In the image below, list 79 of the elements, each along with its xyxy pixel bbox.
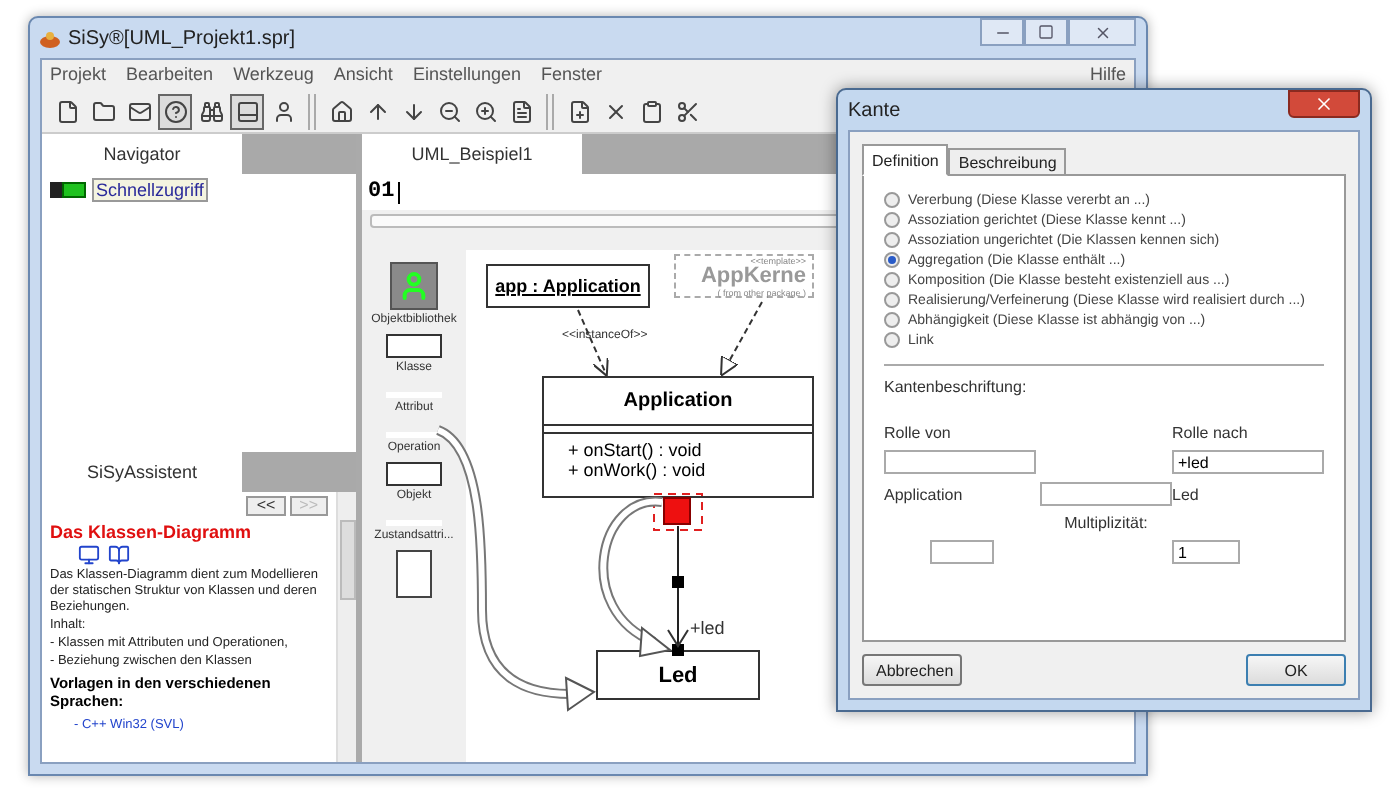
computer-icon[interactable] xyxy=(78,544,100,566)
menu-item[interactable]: Fenster xyxy=(540,64,602,86)
assistant-tab[interactable]: SiSyAssistent xyxy=(42,452,242,492)
radio-button[interactable] xyxy=(884,232,900,248)
book-icon[interactable] xyxy=(108,544,130,566)
app-icon xyxy=(40,29,60,47)
input-field[interactable] xyxy=(884,450,1036,474)
house-icon xyxy=(329,99,353,123)
scissors-icon xyxy=(675,99,699,123)
tree-item[interactable]: Schnellzugriff xyxy=(92,178,208,202)
menu-item[interactable]: Ansicht xyxy=(333,64,393,86)
close-icon xyxy=(1093,23,1111,41)
runner-icon[interactable] xyxy=(389,262,438,310)
ok-button[interactable]: OK xyxy=(1246,654,1346,686)
toolbar-button[interactable] xyxy=(230,93,264,129)
help-icon xyxy=(163,99,187,123)
radio-button[interactable] xyxy=(884,192,900,208)
scrollbar[interactable] xyxy=(336,492,356,762)
input-field[interactable]: +led xyxy=(1172,450,1324,474)
radio-button[interactable] xyxy=(884,312,900,328)
document-icon xyxy=(509,99,533,123)
zoom-in-icon xyxy=(473,99,497,123)
radio-button[interactable] xyxy=(884,212,900,228)
radio-button[interactable] xyxy=(884,272,900,288)
input-field[interactable] xyxy=(930,540,994,564)
role-label: +led xyxy=(690,618,725,638)
section-label: Kantenbeschriftung: xyxy=(884,378,1029,396)
binoculars-icon xyxy=(199,99,223,123)
menu-item[interactable]: Einstellungen xyxy=(412,64,521,86)
class-shape-icon[interactable] xyxy=(386,462,442,486)
close-button[interactable] xyxy=(1288,90,1360,118)
maximize-icon xyxy=(1038,24,1054,40)
class-shape-icon[interactable] xyxy=(386,334,442,358)
file-icon xyxy=(55,99,79,123)
editor-tab[interactable]: UML_Beispiel1 xyxy=(362,134,582,174)
nav-button[interactable]: << xyxy=(246,496,286,516)
field-label: Multiplizität: xyxy=(1064,514,1148,532)
class-label: Led xyxy=(1172,485,1201,503)
menu-item[interactable]: Werkzeug xyxy=(233,64,314,86)
input-field[interactable]: 1 xyxy=(1172,540,1240,564)
zoom-out-icon xyxy=(437,99,461,123)
dialog-tab[interactable]: Beschreibung xyxy=(948,148,1067,176)
clipboard-icon xyxy=(639,99,663,123)
close-icon xyxy=(1314,94,1334,114)
cancel-button[interactable]: Abbrechen xyxy=(862,654,962,686)
person-icon xyxy=(271,99,295,123)
field-label: Rolle nach xyxy=(1172,424,1250,442)
radio-button[interactable] xyxy=(884,292,900,308)
arrow-up-icon xyxy=(365,99,389,123)
menu-item[interactable]: Bearbeiten xyxy=(126,64,214,86)
arrow-down-icon xyxy=(401,99,425,123)
radio-button[interactable] xyxy=(884,332,900,348)
toolbar-button[interactable] xyxy=(158,93,192,129)
selection-handle[interactable] xyxy=(653,493,703,531)
field-label: Rolle von xyxy=(884,424,953,442)
class-name: Application xyxy=(544,378,812,426)
close-icon xyxy=(603,99,627,123)
assistant-heading: Das Klassen-Diagramm xyxy=(50,522,254,542)
dialog-tab[interactable]: Definition xyxy=(862,144,949,176)
operation-text: + onStart() : void xyxy=(568,440,704,460)
menu-item[interactable]: Projekt xyxy=(50,64,107,86)
object-node: app : Application xyxy=(486,264,650,308)
input-field[interactable] xyxy=(1040,482,1172,506)
operation-text: + onWork() : void xyxy=(568,460,708,480)
panel-icon xyxy=(235,99,259,123)
mail-icon xyxy=(127,99,151,123)
aggregation-line xyxy=(667,525,689,656)
dialog-title: Kante xyxy=(848,99,903,121)
class-label: Application xyxy=(884,485,965,503)
window-title: SiSy®[UML_Projekt1.spr] xyxy=(68,27,298,49)
template-name: AppKerne xyxy=(700,266,806,288)
add-document-icon xyxy=(567,99,591,123)
document-icon[interactable] xyxy=(396,550,432,598)
menu-item[interactable]: Hilfe xyxy=(1089,64,1126,86)
line-number: 01 xyxy=(368,180,395,204)
maximize-button[interactable] xyxy=(1024,18,1068,46)
radio-button[interactable] xyxy=(884,252,900,268)
folder-icon xyxy=(91,99,115,123)
navigator-tab[interactable]: Navigator xyxy=(42,134,242,174)
